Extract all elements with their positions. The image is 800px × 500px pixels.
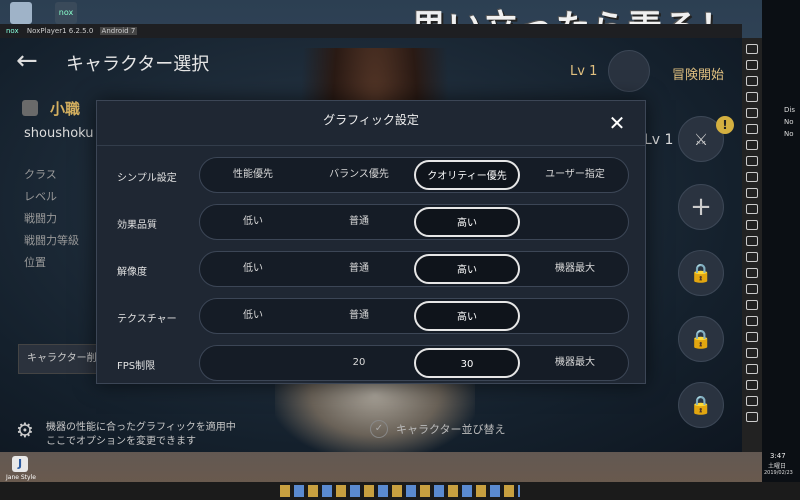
toolbar-button-icon[interactable]: [746, 364, 758, 374]
character-name: 小職: [50, 100, 81, 118]
taskbar-item[interactable]: No: [784, 118, 794, 126]
setting-option[interactable]: クオリティー優先: [414, 160, 520, 190]
setting-option[interactable]: 普通: [308, 207, 410, 237]
graphics-hint-line1: 機器の性能に合ったグラフィックを適用中: [46, 422, 236, 433]
slot-level: Lv 1: [644, 132, 674, 148]
emblem-icon: [608, 50, 650, 92]
setting-option[interactable]: 低い: [202, 254, 304, 284]
windows-taskbar-vertical: Dis No No 3:47 土曜日 2019/02/23: [762, 0, 800, 500]
add-character-icon[interactable]: +: [678, 184, 724, 230]
toolbar-button-icon[interactable]: [746, 236, 758, 246]
locked-slot-icon[interactable]: 🔒: [678, 382, 724, 428]
setting-row-label: 解像度: [117, 267, 147, 278]
setting-row-label: FPS制限: [117, 361, 156, 372]
toolbar-button-icon[interactable]: [746, 140, 758, 150]
setting-row-label: シンプル設定: [117, 173, 177, 184]
toolbar-button-icon[interactable]: [746, 348, 758, 358]
setting-option[interactable]: 普通: [308, 301, 410, 331]
setting-option[interactable]: 高い: [414, 207, 520, 237]
setting-option[interactable]: 低い: [202, 207, 304, 237]
alert-icon: !: [716, 116, 734, 134]
toolbar-button-icon[interactable]: [746, 204, 758, 214]
toolbar-button-icon[interactable]: [746, 76, 758, 86]
close-icon[interactable]: ✕: [607, 113, 627, 133]
character-id: shoushoku: [24, 126, 94, 141]
toolbar-button-icon[interactable]: [746, 92, 758, 102]
setting-option[interactable]: 普通: [308, 254, 410, 284]
clock-day: 土曜日: [768, 463, 787, 470]
jane-style-icon[interactable]: J: [12, 456, 28, 472]
setting-option[interactable]: 高い: [414, 254, 520, 284]
setting-option[interactable]: バランス優先: [308, 160, 410, 190]
locked-slot-icon[interactable]: 🔒: [678, 250, 724, 296]
setting-option-group: 低い 普通 高い: [199, 204, 629, 240]
setting-option-group: 性能優先 バランス優先 クオリティー優先 ユーザー指定: [199, 157, 629, 193]
android-version: Android 7: [99, 27, 138, 35]
toolbar-button-icon[interactable]: [746, 396, 758, 406]
toolbar-button-icon[interactable]: [746, 44, 758, 54]
setting-option-group: 低い 普通 高い: [199, 298, 629, 334]
clock-time[interactable]: 3:47: [770, 452, 786, 460]
nox-desktop-icon[interactable]: nox: [55, 2, 77, 24]
setting-option[interactable]: 性能優先: [202, 160, 304, 190]
setting-option[interactable]: 機器最大: [524, 348, 626, 378]
dialog-title: グラフィック設定: [323, 113, 419, 127]
dialog-divider: [97, 145, 645, 146]
toolbar-button-icon[interactable]: [746, 316, 758, 326]
setting-row-label: 効果品質: [117, 220, 157, 231]
toolbar-button-icon[interactable]: [746, 172, 758, 182]
graphics-settings-dialog: グラフィック設定 ✕ シンプル設定 性能優先 バランス優先 クオリティー優先 ユーザー指…: [96, 100, 646, 384]
setting-option[interactable]: ユーザー指定: [524, 160, 626, 190]
taskbar-item[interactable]: Dis: [784, 106, 795, 114]
graphics-hint-line2: ここでオプションを変更できます: [46, 436, 196, 447]
toolbar-button-icon[interactable]: [746, 268, 758, 278]
toolbar-button-icon[interactable]: [746, 300, 758, 310]
screen-title: キャラクター選択: [66, 54, 210, 75]
clock-date: 2019/02/23: [764, 470, 793, 476]
toolbar-button-icon[interactable]: [746, 60, 758, 70]
toolbar-button-icon[interactable]: [746, 412, 758, 422]
toolbar-button-icon[interactable]: [746, 220, 758, 230]
toolbar-button-icon[interactable]: [746, 284, 758, 294]
settings-gear-icon[interactable]: ⚙: [16, 418, 34, 442]
stat-label: レベル: [24, 190, 57, 203]
back-arrow-icon[interactable]: ←: [16, 46, 38, 76]
stat-label: 戦闘力等級: [24, 234, 79, 247]
stat-label: 位置: [24, 256, 46, 269]
setting-option-group: 20 30 機器最大: [199, 345, 629, 381]
toolbar-button-icon[interactable]: [746, 252, 758, 262]
toolbar-button-icon[interactable]: [746, 188, 758, 198]
setting-option-group: 低い 普通 高い 機器最大: [199, 251, 629, 287]
nox-logo-icon: nox: [6, 27, 19, 35]
toolbar-button-icon[interactable]: [746, 156, 758, 166]
character-crest-icon: [22, 100, 38, 116]
level-indicator: Lv 1: [570, 64, 598, 79]
taskbar-app-icons[interactable]: [280, 485, 520, 497]
toolbar-button-icon[interactable]: [746, 124, 758, 134]
stat-label: クラス: [24, 168, 57, 181]
stat-label: 戦闘力: [24, 212, 57, 225]
recycle-bin-icon[interactable]: [10, 2, 32, 24]
emulator-titlebar[interactable]: nox NoxPlayer1 6.2.5.0 Android 7: [0, 24, 742, 38]
setting-option[interactable]: 低い: [202, 301, 304, 331]
windows-taskbar-bottom: [0, 482, 800, 500]
setting-option[interactable]: 20: [308, 348, 410, 378]
sort-characters-button[interactable]: キャラクター並び替え: [396, 421, 506, 437]
emulator-title: NoxPlayer1 6.2.5.0: [26, 27, 94, 35]
setting-option[interactable]: 30: [414, 348, 520, 378]
toolbar-button-icon[interactable]: [746, 108, 758, 118]
emulator-side-toolbar: [742, 38, 762, 452]
toolbar-button-icon[interactable]: [746, 332, 758, 342]
locked-slot-icon[interactable]: 🔒: [678, 316, 724, 362]
jane-style-label: Jane Style: [6, 474, 36, 481]
start-adventure-button[interactable]: 冒険開始: [672, 64, 724, 83]
sort-check-icon[interactable]: ✓: [370, 420, 388, 438]
setting-option[interactable]: 高い: [414, 301, 520, 331]
toolbar-button-icon[interactable]: [746, 380, 758, 390]
setting-option[interactable]: 機器最大: [524, 254, 626, 284]
setting-row-label: テクスチャー: [117, 314, 177, 325]
taskbar-item[interactable]: No: [784, 130, 794, 138]
